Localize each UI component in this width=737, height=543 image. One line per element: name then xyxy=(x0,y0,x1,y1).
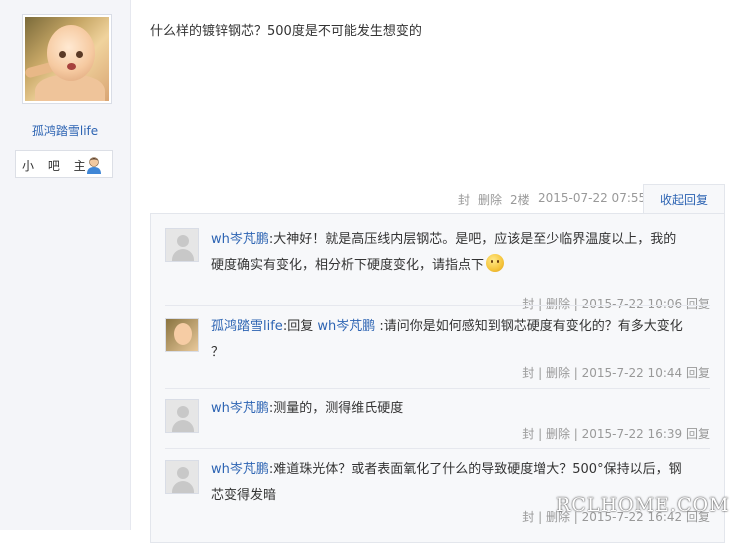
author-avatar[interactable] xyxy=(22,14,112,104)
reply-text: :大神好！就是高压线内层钢芯。是吧，应该是至少临界温度以上，我的 xyxy=(268,232,677,247)
moderator-badge: 小 吧 主 xyxy=(15,150,113,178)
user-icon xyxy=(87,157,101,174)
reply-text-cont: 芯变得发暗 xyxy=(211,488,277,503)
site-watermark: RCLHOME.COM xyxy=(556,494,730,516)
reply-user[interactable]: wh岑芃鹏 xyxy=(211,232,269,247)
delete-link[interactable]: 删除 xyxy=(478,191,502,208)
post-body: 什么样的镀锌钢芯？500度是不可能发生想变的 xyxy=(150,24,422,39)
reply-word: :回复 xyxy=(282,319,318,334)
reply-user[interactable]: 孤鸿踏雪life xyxy=(211,319,283,334)
default-avatar[interactable] xyxy=(165,399,199,433)
reply-text-cont: ？ xyxy=(211,345,225,360)
reply-meta: 封 | 删除 | 2015-7-22 16:39 xyxy=(522,427,683,441)
default-avatar[interactable] xyxy=(165,228,199,262)
author-name[interactable]: 孤鸿踏雪life xyxy=(0,122,130,139)
floor-number: 2楼 xyxy=(510,193,530,207)
divider xyxy=(165,305,710,306)
reply-text-cont: 硬度确实有变化，相分析下硬度变化，请指点下 xyxy=(211,258,485,273)
reply-button[interactable]: 回复 xyxy=(686,297,710,311)
block-link[interactable]: 封 xyxy=(458,191,470,208)
reply-user[interactable]: wh岑芃鹏 xyxy=(211,462,269,477)
smile-icon xyxy=(486,254,505,272)
reply-button[interactable]: 回复 xyxy=(686,366,710,380)
reply-text: :难道珠光体？或者表面氧化了什么的导致硬度增大？500°保持以后，钢 xyxy=(268,462,682,477)
author-column: 孤鸿踏雪life 小 吧 主 xyxy=(0,0,131,530)
default-avatar[interactable] xyxy=(165,460,199,494)
reply-target-user[interactable]: wh岑芃鹏 xyxy=(317,319,375,334)
badge-label: 小 吧 主 xyxy=(22,159,91,173)
divider xyxy=(165,448,710,449)
reply-meta: 封 | 删除 | 2015-7-22 10:06 xyxy=(522,297,683,311)
baby-avatar-small[interactable] xyxy=(165,318,199,352)
divider xyxy=(165,388,710,389)
reply-button[interactable]: 回复 xyxy=(686,427,710,441)
post-time: 2015-07-22 07:55 xyxy=(538,191,647,205)
collapse-replies-button[interactable]: 收起回复 xyxy=(643,184,725,214)
reply-text: :测量的，测得维氏硬度 xyxy=(268,401,404,416)
baby-avatar-image xyxy=(25,17,109,101)
reply-user[interactable]: wh岑芃鹏 xyxy=(211,401,269,416)
reply-text: :请问你是如何感知到钢芯硬度有变化的？有多大变化 xyxy=(375,319,683,334)
reply-meta: 封 | 删除 | 2015-7-22 10:44 xyxy=(522,366,683,380)
